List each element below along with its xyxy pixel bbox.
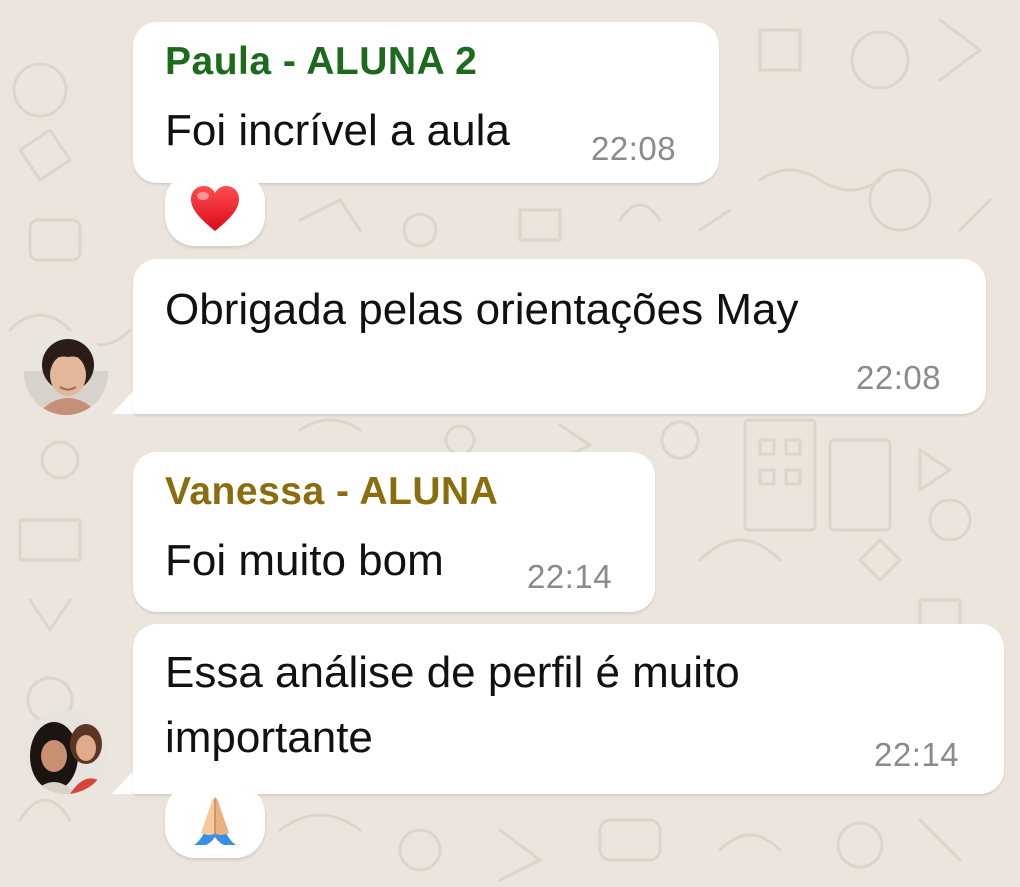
message-bubble[interactable]: Paula - ALUNA 2 Foi incrível a aula 22:0… [133, 22, 719, 183]
message-timestamp: 22:14 [527, 558, 613, 595]
paula-avatar[interactable] [24, 331, 108, 415]
message-text: Foi muito bom [165, 536, 444, 585]
message-text: Foi incrível a aula [165, 106, 510, 155]
message-timestamp: 22:14 [874, 736, 960, 773]
profile-photo-icon [24, 331, 108, 415]
vanessa-avatar[interactable] [24, 710, 108, 794]
message-text-line: importante [165, 713, 373, 762]
message-timestamp: 22:08 [856, 359, 942, 396]
message-reaction[interactable] [165, 784, 265, 858]
message-bubble[interactable]: Vanessa - ALUNA Foi muito bom 22:14 [133, 452, 655, 612]
message-text-line: Essa análise de perfil é muito [165, 648, 740, 697]
heart-emoji-icon [191, 186, 239, 231]
sender-name[interactable]: Paula - ALUNA 2 [165, 40, 477, 84]
message-bubble[interactable]: Obrigada pelas orientações May 22:08 [133, 259, 986, 414]
message-text: Obrigada pelas orientações May [165, 285, 799, 334]
chat-conversation: Paula - ALUNA 2 Foi incrível a aula 22:0… [0, 0, 1020, 887]
message-bubble[interactable]: Essa análise de perfil é muito important… [133, 624, 1004, 794]
praying-hands-emoji-icon [194, 797, 236, 845]
message-timestamp: 22:08 [591, 130, 677, 167]
sender-name[interactable]: Vanessa - ALUNA [165, 470, 498, 514]
message-reaction[interactable] [165, 172, 265, 246]
profile-photo-icon [24, 710, 108, 794]
